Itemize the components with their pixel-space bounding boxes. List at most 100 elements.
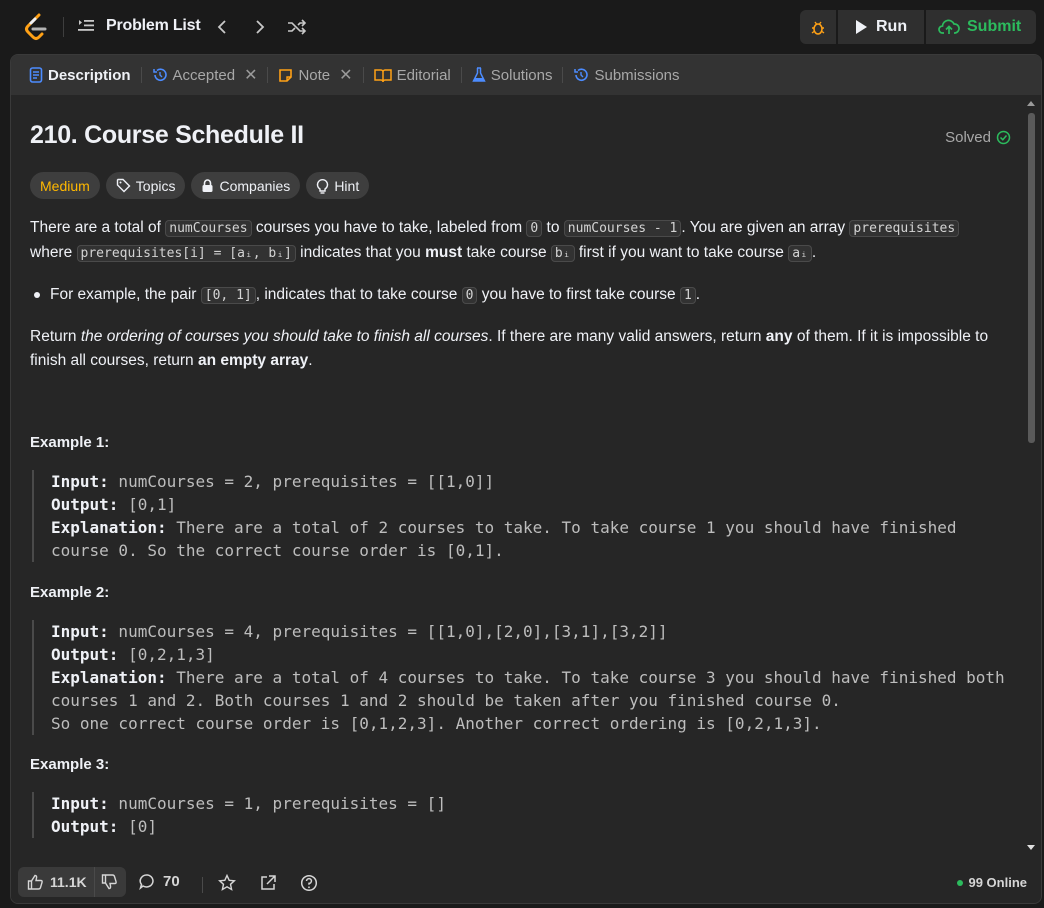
close-icon[interactable]: ✕ <box>244 65 257 85</box>
example-block: Input: numCourses = 2, prerequisites = [… <box>32 470 1007 562</box>
next-problem-button[interactable] <box>249 15 271 39</box>
bullet-text: For example, the pair [0, 1], indicates … <box>50 283 700 308</box>
input-value: numCourses = 4, prerequisites = [[1,0],[… <box>108 622 668 641</box>
companies-button[interactable]: Companies <box>191 172 301 199</box>
input-label: Input: <box>51 622 109 641</box>
comment-icon <box>139 874 154 890</box>
example-explanation: Explanation: There are a total of 4 cour… <box>51 666 1007 712</box>
inline-code: 1 <box>679 287 696 304</box>
note-icon <box>279 68 293 82</box>
divider <box>362 67 364 83</box>
text: . <box>811 244 817 261</box>
close-icon[interactable]: ✕ <box>339 65 352 85</box>
text: . <box>695 286 701 303</box>
description-paragraph: Return the ordering of courses you shoul… <box>30 325 1005 373</box>
divider <box>460 67 462 83</box>
scroll-down-arrow-icon[interactable] <box>1027 845 1035 850</box>
problem-tags: Medium Topics Companies Hint <box>30 172 370 199</box>
text: first if you want to take course <box>574 244 789 261</box>
shuffle-icon <box>288 19 307 35</box>
problem-content: 210. Course Schedule II Solved Medium To… <box>11 95 1029 863</box>
lightbulb-icon <box>317 178 329 194</box>
text: For example, the pair <box>50 286 201 303</box>
topics-button[interactable]: Topics <box>105 172 186 199</box>
tab-solutions[interactable]: Solutions <box>468 55 557 95</box>
inline-code: aᵢ <box>788 245 812 262</box>
leetcode-logo-icon[interactable] <box>22 12 50 42</box>
example-title: Example 2: <box>30 584 110 601</box>
divider <box>63 17 64 37</box>
online-count: 99 Online <box>957 875 1027 890</box>
explanation-label: Explanation: <box>51 668 167 687</box>
description-paragraph: There are a total of numCourses courses … <box>30 216 1005 266</box>
flask-icon <box>472 67 486 82</box>
example-input: Input: numCourses = 2, prerequisites = [… <box>51 470 1007 493</box>
comments-button[interactable]: 70 <box>139 873 180 890</box>
italic-text: the ordering of courses you should take … <box>80 328 489 345</box>
book-icon <box>373 68 392 82</box>
like-button[interactable]: 11.1K <box>18 874 94 890</box>
text: , indicates that to take course <box>255 286 462 303</box>
list-item: For example, the pair [0, 1], indicates … <box>30 283 1005 308</box>
run-button[interactable]: Run <box>838 10 924 44</box>
description-panel: Description Accepted ✕ Note ✕ Editorial … <box>10 54 1042 904</box>
inline-code: 0 <box>526 220 543 237</box>
scrollbar-thumb[interactable] <box>1028 113 1035 443</box>
tab-label: Editorial <box>396 66 451 84</box>
example-block: Input: numCourses = 1, prerequisites = [… <box>32 792 1007 838</box>
tab-label: Submissions <box>594 66 680 84</box>
example-title: Example 1: <box>30 434 110 451</box>
like-count: 11.1K <box>50 874 87 890</box>
problem-list-link[interactable]: Problem List <box>106 17 201 35</box>
bug-icon <box>811 21 825 35</box>
text: you have to first take course <box>477 286 680 303</box>
tab-label: Note <box>298 66 331 84</box>
example-title: Example 3: <box>30 756 110 773</box>
inline-code: 0 <box>461 287 478 304</box>
input-label: Input: <box>51 472 109 491</box>
output-value: [0,1] <box>118 495 177 514</box>
tab-submissions[interactable]: Submissions <box>569 55 683 95</box>
top-nav-bar: Problem List Run Submit <box>0 0 1044 54</box>
chevron-right-icon <box>256 20 265 34</box>
inline-code: prerequisites[i] = [aᵢ, bᵢ] <box>76 245 296 262</box>
help-button[interactable] <box>300 874 318 897</box>
tab-note[interactable]: Note ✕ <box>274 55 356 95</box>
inline-code: numCourses <box>165 220 252 237</box>
explanation-value: There are a total of 4 courses to take. … <box>51 668 1015 710</box>
example-explanation: Explanation: There are a total of 2 cour… <box>51 516 1007 562</box>
dislike-button[interactable] <box>94 867 124 897</box>
history-icon <box>574 68 589 81</box>
hint-label: Hint <box>334 177 360 194</box>
output-value: [0] <box>118 817 157 836</box>
divider <box>267 67 269 83</box>
tab-description[interactable]: Description <box>25 55 135 95</box>
cloud-upload-icon <box>938 19 960 34</box>
debug-button[interactable] <box>800 10 836 44</box>
inline-code: numCourses - 1 <box>563 220 682 237</box>
random-problem-button[interactable] <box>285 15 309 39</box>
tab-editorial[interactable]: Editorial <box>370 55 455 95</box>
input-label: Input: <box>51 794 109 813</box>
text: to <box>542 219 564 236</box>
example-output: Output: [0,1] <box>51 493 1007 516</box>
list-icon[interactable] <box>77 17 95 35</box>
scroll-up-arrow-icon[interactable] <box>1027 101 1035 106</box>
tab-label: Solutions <box>490 66 553 84</box>
run-label: Run <box>876 18 908 35</box>
favorite-button[interactable] <box>217 873 237 897</box>
play-icon <box>856 20 867 34</box>
output-label: Output: <box>51 495 119 514</box>
text: . <box>308 352 313 369</box>
example-input: Input: numCourses = 4, prerequisites = [… <box>51 620 1007 643</box>
tab-accepted[interactable]: Accepted ✕ <box>148 55 262 95</box>
problem-title: 210. Course Schedule II <box>30 121 304 149</box>
hint-button[interactable]: Hint <box>306 172 370 199</box>
solved-label: Solved <box>945 129 991 146</box>
bold-text: any <box>765 328 793 345</box>
submit-button[interactable]: Submit <box>926 10 1036 44</box>
prev-problem-button[interactable] <box>211 15 233 39</box>
share-button[interactable] <box>259 874 277 897</box>
bullet-dot <box>34 292 40 298</box>
history-icon <box>152 68 167 81</box>
